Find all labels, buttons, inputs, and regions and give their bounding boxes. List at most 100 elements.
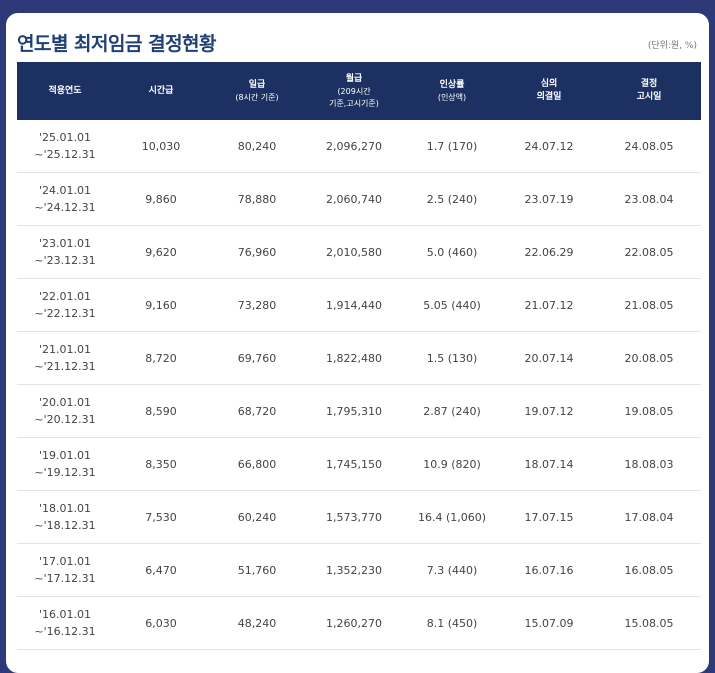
year-end: ~'24.12.31 [34, 201, 96, 214]
cell-monthly: 2,096,270 [305, 120, 403, 173]
header-monthly-sub2: 기준,고시기준) [329, 98, 379, 108]
cell-year: '18.01.01 ~'18.12.31 [17, 490, 113, 544]
cell-year: '23.01.01 ~'23.12.31 [17, 225, 113, 279]
cell-rate: 1.7 (170) [403, 120, 501, 173]
header-rate-label: 인상률 [439, 79, 465, 90]
cell-rate: 7.3 (440) [403, 543, 501, 597]
cell-rate: 1.5 (130) [403, 331, 501, 385]
table-row: '19.01.01 ~'19.12.31 8,350 66,800 1,745,150 1… [17, 437, 701, 491]
cell-monthly: 1,352,230 [305, 543, 403, 597]
cell-year: '21.01.01 ~'21.12.31 [17, 331, 113, 385]
cell-deliberation-date: 15.07.09 [501, 596, 597, 650]
cell-monthly: 1,573,770 [305, 490, 403, 544]
cell-deliberation-date: 22.06.29 [501, 225, 597, 279]
cell-rate: 5.0 (460) [403, 225, 501, 279]
cell-hourly: 9,620 [113, 225, 209, 279]
cell-year: '19.01.01 ~'19.12.31 [17, 437, 113, 491]
cell-year: '20.01.01 ~'20.12.31 [17, 384, 113, 438]
cell-notice-date: 18.08.03 [597, 437, 701, 491]
cell-hourly: 10,030 [113, 120, 209, 173]
cell-notice-date: 23.08.04 [597, 172, 701, 226]
cell-deliberation-date: 17.07.15 [501, 490, 597, 544]
cell-year: '22.01.01 ~'22.12.31 [17, 278, 113, 332]
cell-deliberation-date: 19.07.12 [501, 384, 597, 438]
year-start: '20.01.01 [38, 396, 91, 409]
header-daily-label: 일급 [248, 79, 266, 90]
year-end: ~'16.12.31 [34, 625, 96, 638]
cell-hourly: 9,860 [113, 172, 209, 226]
cell-hourly: 8,590 [113, 384, 209, 438]
cell-daily: 80,240 [209, 120, 305, 173]
cell-monthly: 2,060,740 [305, 172, 403, 226]
cell-daily: 60,240 [209, 490, 305, 544]
cell-hourly: 9,160 [113, 278, 209, 332]
table-row: '23.01.01 ~'23.12.31 9,620 76,960 2,010,580 5… [17, 225, 701, 279]
header-hourly-label: 시간급 [148, 85, 174, 96]
cell-daily: 68,720 [209, 384, 305, 438]
cell-daily: 76,960 [209, 225, 305, 279]
cell-daily: 51,760 [209, 543, 305, 597]
cell-monthly: 2,010,580 [305, 225, 403, 279]
cell-daily: 69,760 [209, 331, 305, 385]
year-end: ~'20.12.31 [34, 413, 96, 426]
minimum-wage-table: 적용연도 시간급 일급 (8시간 기준) 월급 (209시간 기준,고시기준) … [17, 62, 701, 650]
year-end: ~'22.12.31 [34, 307, 96, 320]
header-deliberation-line1: 심의 [540, 79, 558, 89]
cell-hourly: 6,470 [113, 543, 209, 597]
cell-notice-date: 24.08.05 [597, 120, 701, 173]
header-notice: 결정 고시일 [597, 62, 701, 120]
cell-deliberation-date: 20.07.14 [501, 331, 597, 385]
cell-deliberation-date: 23.07.19 [501, 172, 597, 226]
year-start: '22.01.01 [38, 290, 91, 303]
cell-rate: 8.1 (450) [403, 596, 501, 650]
content-card: 연도별 최저임금 결정현황 (단위:원, %) 적용연도 시간급 일급 (8시간… [6, 13, 709, 673]
cell-monthly: 1,260,270 [305, 596, 403, 650]
page-title: 연도별 최저임금 결정현황 [17, 33, 217, 55]
table-row: '21.01.01 ~'21.12.31 8,720 69,760 1,822,480 1… [17, 331, 701, 385]
header-monthly: 월급 (209시간 기준,고시기준) [305, 62, 403, 120]
table-row: '24.01.01 ~'24.12.31 9,860 78,880 2,060,740 2… [17, 172, 701, 226]
cell-notice-date: 19.08.05 [597, 384, 701, 438]
header-year-label: 적용연도 [48, 85, 82, 96]
unit-note: (단위:원, %) [647, 41, 697, 51]
header-deliberation-line2: 의결일 [536, 92, 562, 102]
cell-year: '16.01.01 ~'16.12.31 [17, 596, 113, 650]
cell-notice-date: 16.08.05 [597, 543, 701, 597]
table-row: '22.01.01 ~'22.12.31 9,160 73,280 1,914,440 5… [17, 278, 701, 332]
cell-monthly: 1,914,440 [305, 278, 403, 332]
header-monthly-label: 월급 [345, 73, 363, 84]
header-daily: 일급 (8시간 기준) [209, 62, 305, 120]
year-start: '17.01.01 [38, 555, 91, 568]
cell-notice-date: 21.08.05 [597, 278, 701, 332]
cell-daily: 48,240 [209, 596, 305, 650]
cell-deliberation-date: 18.07.14 [501, 437, 597, 491]
cell-year: '25.01.01 ~'25.12.31 [17, 120, 113, 173]
header-notice-line1: 결정 [640, 79, 658, 89]
cell-rate: 2.87 (240) [403, 384, 501, 438]
year-start: '23.01.01 [38, 237, 91, 250]
header-monthly-sub1: (209시간 [337, 86, 371, 96]
year-start: '16.01.01 [38, 608, 91, 621]
cell-hourly: 8,720 [113, 331, 209, 385]
cell-notice-date: 15.08.05 [597, 596, 701, 650]
cell-year: '24.01.01 ~'24.12.31 [17, 172, 113, 226]
cell-notice-date: 17.08.04 [597, 490, 701, 544]
year-start: '21.01.01 [38, 343, 91, 356]
table-row: '18.01.01 ~'18.12.31 7,530 60,240 1,573,770 1… [17, 490, 701, 544]
cell-hourly: 8,350 [113, 437, 209, 491]
year-start: '19.01.01 [38, 449, 91, 462]
year-end: ~'23.12.31 [34, 254, 96, 267]
cell-daily: 73,280 [209, 278, 305, 332]
cell-monthly: 1,745,150 [305, 437, 403, 491]
table-row: '20.01.01 ~'20.12.31 8,590 68,720 1,795,310 2… [17, 384, 701, 438]
header-rate: 인상률 (인상액) [403, 62, 501, 120]
header-rate-sub: (인상액) [437, 92, 467, 102]
header-deliberation: 심의 의결일 [501, 62, 597, 120]
cell-monthly: 1,795,310 [305, 384, 403, 438]
cell-deliberation-date: 24.07.12 [501, 120, 597, 173]
year-end: ~'18.12.31 [34, 519, 96, 532]
cell-notice-date: 22.08.05 [597, 225, 701, 279]
cell-deliberation-date: 16.07.16 [501, 543, 597, 597]
table-row: '25.01.01 ~'25.12.31 10,030 80,240 2,096,270… [17, 120, 701, 173]
cell-deliberation-date: 21.07.12 [501, 278, 597, 332]
